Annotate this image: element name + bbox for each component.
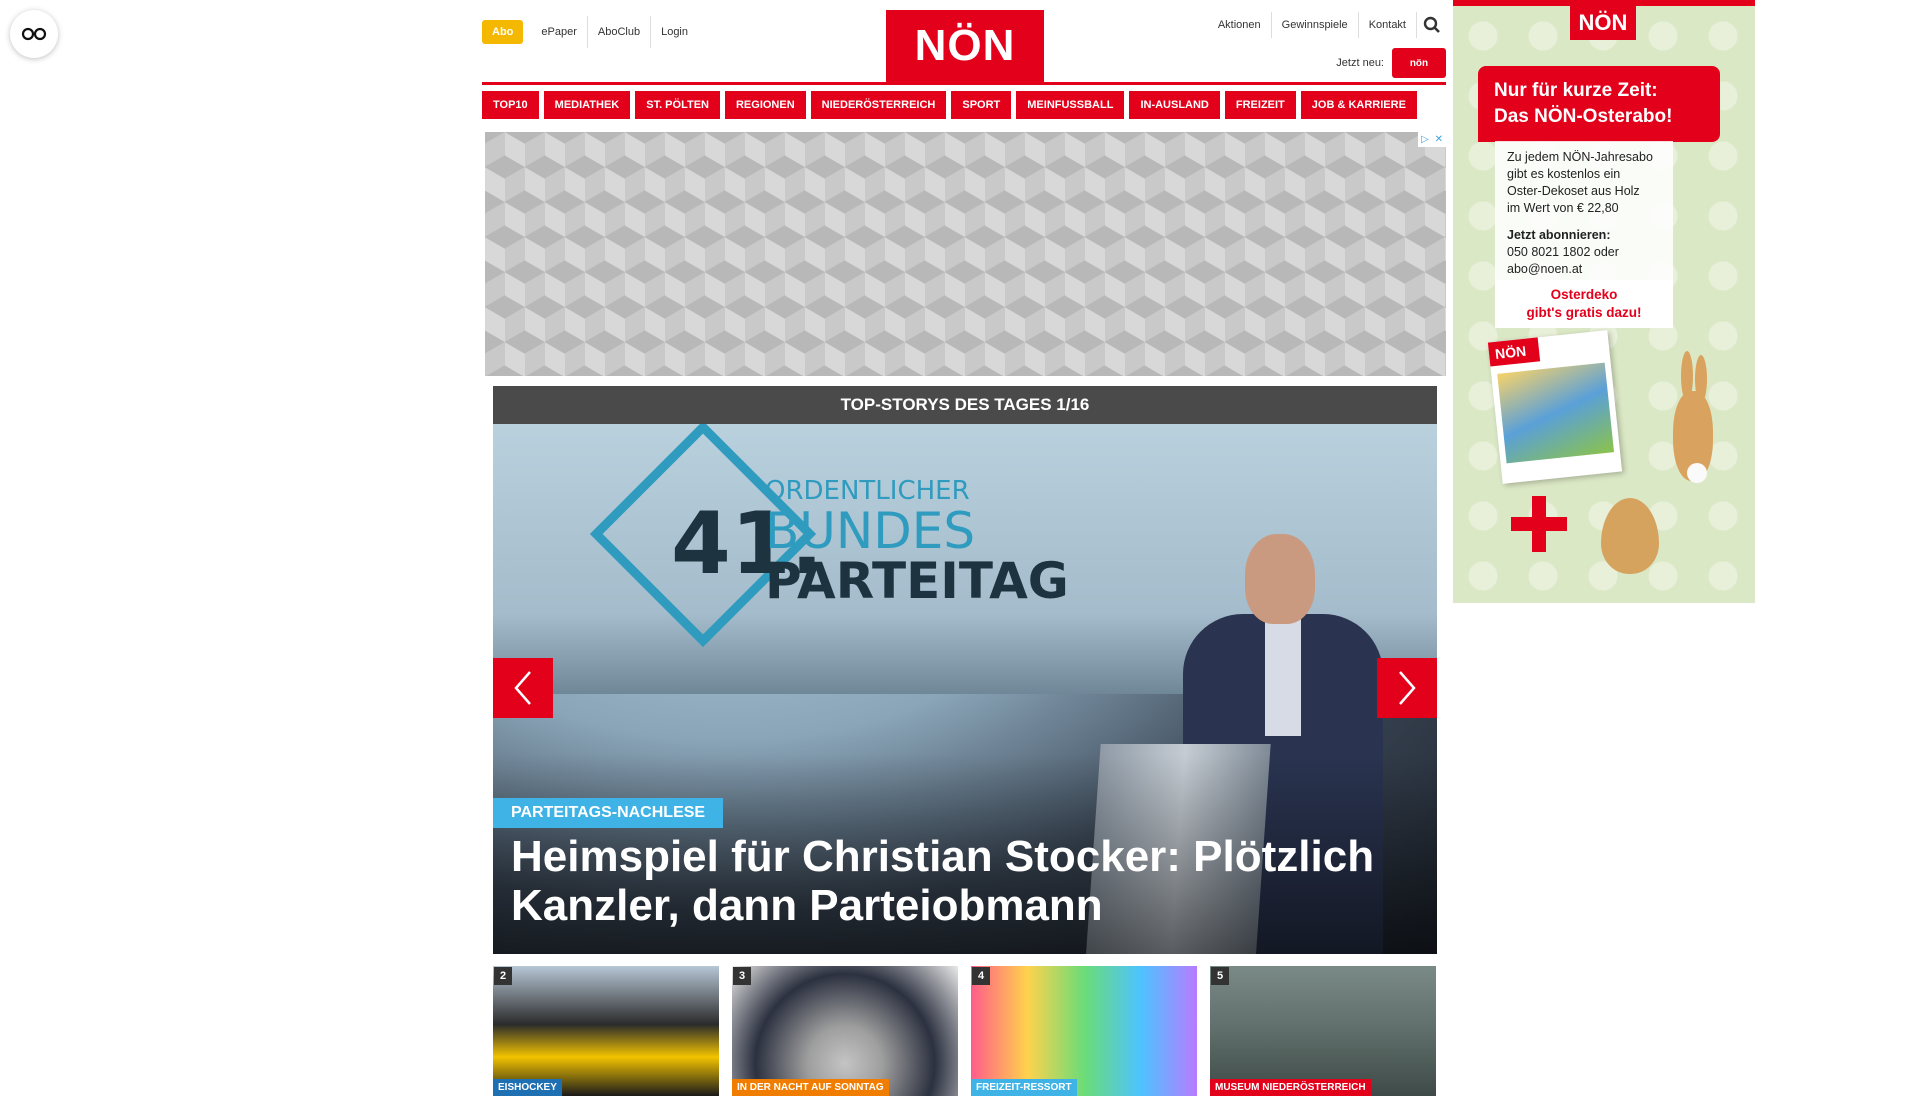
side-ad-body-4: im Wert von € 22,80	[1507, 201, 1619, 215]
story-number: 3	[733, 967, 751, 985]
search-icon	[1423, 16, 1440, 33]
nav-item-in-ausland[interactable]: IN-AUSLAND	[1129, 91, 1220, 119]
gewinnspiele-link[interactable]: Gewinnspiele	[1270, 12, 1358, 38]
story-tag: IN DER NACHT AUF SONNTAG	[732, 1079, 889, 1096]
side-ad-osterdeko: Osterdeko gibt's gratis dazu!	[1495, 280, 1673, 328]
nav-item-job-karriere[interactable]: JOB & KARRIERE	[1300, 91, 1417, 119]
glasses-icon	[21, 27, 47, 41]
magazine-logo: NÖN	[1487, 337, 1541, 367]
side-ad-body: Zu jedem NÖN-Jahresabo gibt es kostenlos…	[1495, 141, 1673, 286]
aktionen-link[interactable]: Aktionen	[1208, 12, 1271, 38]
top-stories: TOP-STORYS DES TAGES 1/16 41. ORDENTLICH…	[493, 386, 1437, 1096]
story-tag: MUSEUM NIEDERÖSTERREICH	[1210, 1079, 1371, 1096]
hero-headline[interactable]: Heimspiel für Christian Stocker: Plötzli…	[511, 832, 1411, 930]
adchoices-icon: ▷	[1420, 134, 1429, 145]
side-ad-osterdeko-1: Osterdeko	[1550, 287, 1618, 302]
top-stories-header: TOP-STORYS DES TAGES 1/16	[493, 386, 1437, 424]
service-nav: Aktionen Gewinnspiele Kontakt	[1208, 12, 1446, 38]
story-tag: EISHOCKEY	[493, 1079, 562, 1096]
nav-item-meinfussball[interactable]: MEINFUSSBALL	[1016, 91, 1125, 119]
side-ad-body-3: Oster-Dekoset aus Holz	[1507, 184, 1640, 198]
hero-story[interactable]: 41. ORDENTLICHER BUNDES PARTEITAG PARTEI…	[493, 424, 1437, 954]
carousel-next-button[interactable]	[1377, 658, 1437, 718]
side-ad-osterdeko-2: gibt's gratis dazu!	[1526, 305, 1642, 320]
side-ad-osterabo[interactable]: NÖN Nur für kurze Zeit: Das NÖN-Osterabo…	[1453, 0, 1755, 603]
nav-item-mediathek[interactable]: MEDIATHEK	[543, 91, 631, 119]
reader-mode-button[interactable]	[10, 10, 58, 58]
header-divider	[482, 82, 1446, 85]
side-ad-headline: Nur für kurze Zeit: Das NÖN-Osterabo!	[1478, 66, 1720, 142]
epaper-link[interactable]: ePaper	[531, 16, 586, 48]
page-content: Abo ePaper AboClub Login NÖN Aktionen Ge…	[482, 0, 1446, 1096]
category-nav: TOP10 MEDIATHEK ST. PÖLTEN REGIONEN NIED…	[482, 91, 1446, 119]
aboclub-link[interactable]: AboClub	[586, 16, 650, 48]
search-button[interactable]	[1416, 12, 1446, 38]
side-ad-headline-1: Nur für kurze Zeit:	[1494, 80, 1658, 101]
wooden-bunny-image	[1663, 351, 1721, 483]
nav-item-sport[interactable]: SPORT	[951, 91, 1012, 119]
story-tag: FREIZEIT-RESSORT	[971, 1079, 1077, 1096]
login-link[interactable]: Login	[650, 16, 698, 48]
story-number: 5	[1211, 967, 1229, 985]
plus-icon	[1511, 496, 1567, 552]
jetzt-neu: Jetzt neu: nön	[1336, 48, 1446, 78]
kontakt-link[interactable]: Kontakt	[1357, 12, 1416, 38]
side-ad-body-2: gibt es kostenlos ein	[1507, 167, 1621, 181]
ad-close-icon[interactable]: ✕	[1435, 134, 1443, 145]
story-number: 2	[494, 967, 512, 985]
ad-placeholder[interactable]: ▷ ✕	[485, 132, 1446, 376]
site-logo[interactable]: NÖN	[886, 10, 1044, 82]
story-thumb-5[interactable]: 5 MUSEUM NIEDERÖSTERREICH	[1210, 966, 1436, 1096]
site-logo-text: NÖN	[914, 21, 1016, 70]
top-nav: Abo ePaper AboClub Login	[482, 16, 698, 48]
side-ad-phone: 050 8021 1802 oder	[1507, 245, 1619, 259]
abo-button[interactable]: Abo	[482, 20, 524, 44]
jetzt-neu-label: Jetzt neu:	[1336, 57, 1384, 69]
story-number: 4	[972, 967, 990, 985]
event-logo-line3: PARTEITAG	[765, 552, 1069, 610]
carousel-prev-button[interactable]	[493, 658, 553, 718]
story-thumbnails: 2 EISHOCKEY 3 IN DER NACHT AUF SONNTAG 4…	[493, 966, 1436, 1096]
story-thumb-4[interactable]: 4 FREIZEIT-RESSORT	[971, 966, 1197, 1096]
magazine-image: NÖN	[1487, 330, 1623, 484]
hero-category-tag[interactable]: PARTEITAGS-NACHLESE	[493, 798, 724, 828]
chevron-left-icon	[514, 671, 531, 705]
side-ad-logo: NÖN	[1570, 6, 1636, 40]
story-thumb-2[interactable]: 2 EISHOCKEY	[493, 966, 719, 1096]
side-ad-headline-2: Das NÖN-Osterabo!	[1494, 106, 1673, 127]
nav-item-st-poelten[interactable]: ST. PÖLTEN	[635, 91, 720, 119]
nav-item-freizeit[interactable]: FREIZEIT	[1224, 91, 1296, 119]
side-ad-body-1: Zu jedem NÖN-Jahresabo	[1507, 150, 1653, 164]
story-thumb-3[interactable]: 3 IN DER NACHT AUF SONNTAG	[732, 966, 958, 1096]
nav-item-niederoesterreich[interactable]: NIEDERÖSTERREICH	[810, 91, 947, 119]
site-header: Abo ePaper AboClub Login NÖN Aktionen Ge…	[482, 0, 1446, 82]
wooden-egg-image	[1601, 498, 1659, 574]
nav-item-top10[interactable]: TOP10	[482, 91, 539, 119]
side-ad-cta-title: Jetzt abonnieren:	[1507, 228, 1611, 242]
new-product-badge[interactable]: nön	[1392, 48, 1446, 78]
chevron-right-icon	[1399, 671, 1416, 705]
adchoices-badge[interactable]: ▷ ✕	[1418, 132, 1446, 147]
nav-item-regionen[interactable]: REGIONEN	[724, 91, 806, 119]
side-ad-email: abo@noen.at	[1507, 262, 1583, 276]
